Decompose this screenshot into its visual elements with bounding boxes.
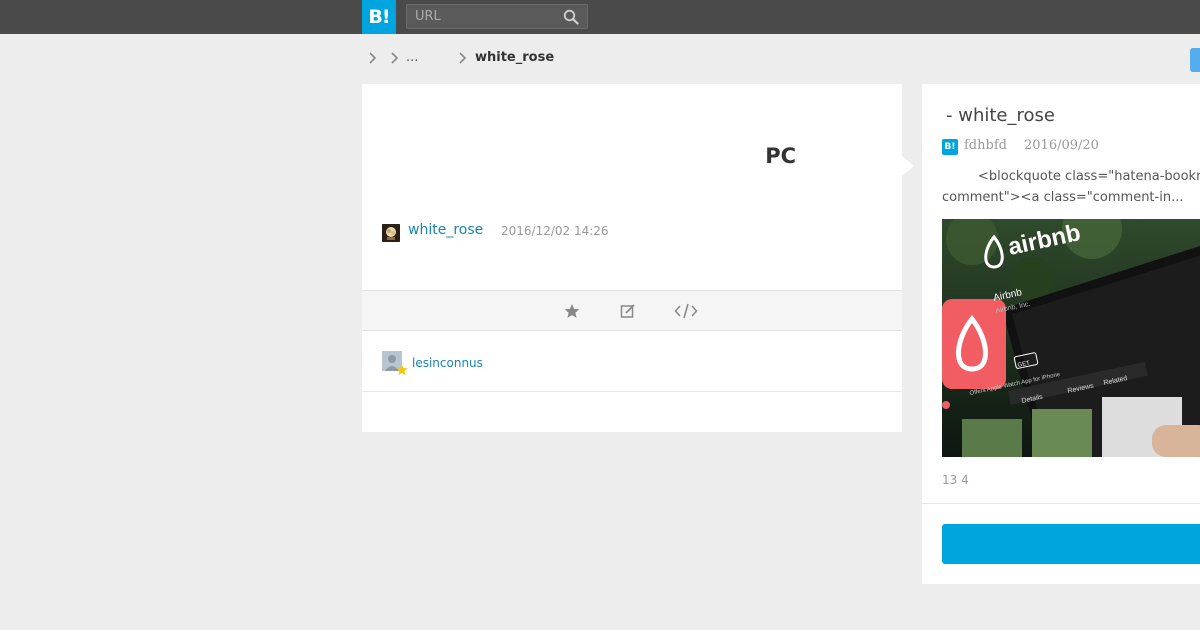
chevron-right-icon [369,52,377,64]
bookmark-badge-icon: B! [942,139,958,155]
star-icon[interactable] [563,302,581,320]
twitter-share-button[interactable] [1190,48,1200,72]
related-entry-counts: 13 4 [942,473,969,487]
airbnb-app-screenshot: airbnb Airbnb Airbnb, Inc. GET Offers Ap… [942,219,1200,457]
star-list: lesinconnus [362,331,902,392]
top-bar: B! [0,0,1200,34]
breadcrumb-current: white_rose [475,50,555,65]
related-entry-user[interactable]: fdhbfd [964,138,1007,153]
star-user-link[interactable]: lesinconnus [412,356,483,370]
url-search-box [406,4,588,29]
chevron-right-icon [459,52,467,64]
divider [922,503,1200,504]
search-icon[interactable] [563,9,579,25]
related-entry-excerpt: <blockquote class="hatena-bookm comment"… [942,169,1200,205]
entry-user-link[interactable]: white_rose [408,222,483,238]
related-entry-title[interactable]: - white_rose [946,105,1055,126]
entry-title[interactable]: PC [362,144,796,168]
side-card-pointer [902,156,914,176]
action-bar [362,290,902,331]
embed-code-icon[interactable] [674,302,698,320]
chevron-right-icon [391,52,399,64]
breadcrumb-ellipsis[interactable]: ... [406,50,418,65]
related-entry-card: - white_rose B! fdhbfd 2016/09/20 <block… [922,84,1200,584]
avatar[interactable] [382,224,400,242]
entry-timestamp: 2016/12/02 14:26 [501,224,609,238]
entry-card: PC white_rose 2016/12/02 14:26 lesinconn… [362,84,902,432]
primary-action-button[interactable] [942,524,1200,564]
edit-icon[interactable] [619,302,637,320]
star-icon [396,364,408,376]
related-entry-date: 2016/09/20 [1024,138,1099,153]
related-entry-thumbnail[interactable]: airbnb Airbnb Airbnb, Inc. GET Offers Ap… [942,219,1200,457]
hatena-bookmark-logo[interactable]: B! [362,0,396,34]
avatar-image [382,224,400,242]
url-search-input[interactable] [407,5,557,28]
